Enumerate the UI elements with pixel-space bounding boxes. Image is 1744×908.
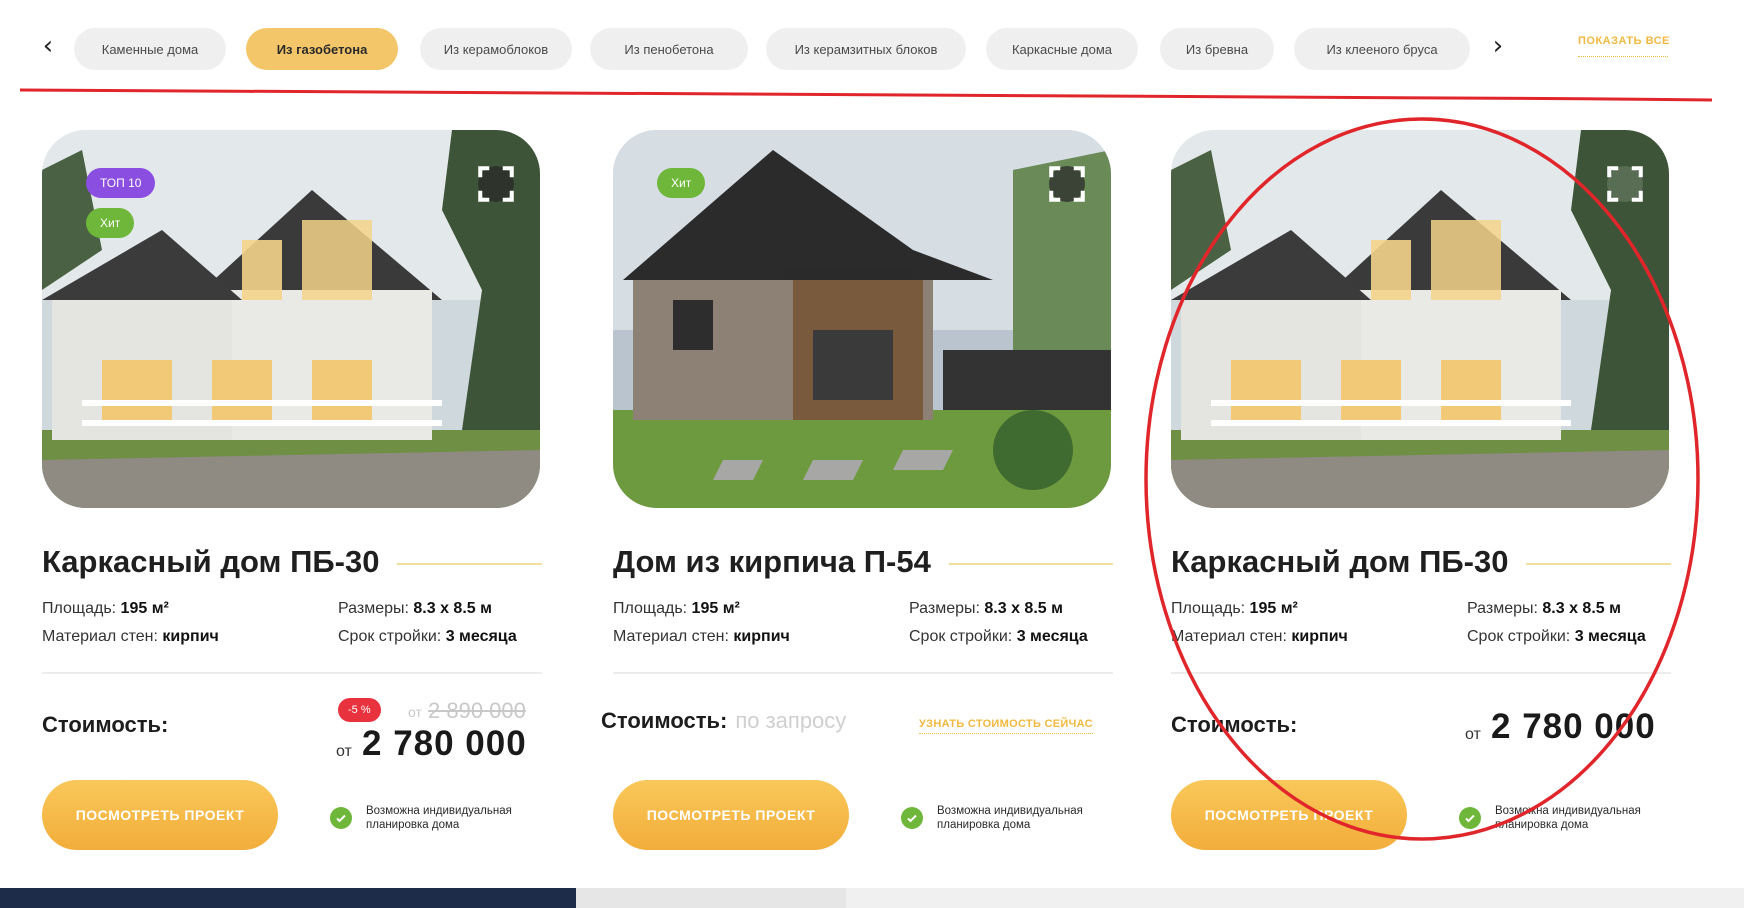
price-on-request: по запросу — [735, 708, 847, 733]
card-title: Дом из кирпича П-54 — [613, 544, 931, 579]
spec-term: Срок стройки: 3 месяца — [1467, 628, 1646, 645]
price-value: 2 780 000 — [362, 724, 527, 763]
price-label: Стоимость: — [1171, 712, 1298, 737]
badge-hit: Хит — [657, 168, 706, 198]
filter-chip-aerated-concrete[interactable]: Из газобетона — [246, 28, 398, 70]
spec-size: Размеры: 8.3 х 8.5 м — [909, 600, 1063, 617]
card-title: Каркасный дом ПБ-30 — [1171, 544, 1509, 579]
view-project-button[interactable]: ПОСМОТРЕТЬ ПРОЕКТ — [42, 780, 278, 850]
spec-material: Материал стен: кирпич — [613, 628, 790, 645]
card-divider — [613, 672, 1113, 674]
spec-size: Размеры: 8.3 х 8.5 м — [338, 600, 492, 617]
annotation-underline — [20, 88, 1712, 102]
old-price: 2 890 000 — [428, 698, 526, 723]
title-divider — [948, 563, 1113, 565]
filter-chip-foam-concrete[interactable]: Из пенобетона — [590, 28, 748, 70]
note-text: Возможна индивидуальная планировка дома — [1495, 805, 1641, 831]
card-title: Каркасный дом ПБ-30 — [42, 544, 380, 579]
filter-chip-log[interactable]: Из бревна — [1160, 28, 1274, 70]
filter-chip-glued-timber[interactable]: Из клееного бруса — [1294, 28, 1470, 70]
note-text: Возможна индивидуальная планировка дома — [366, 805, 512, 831]
house-illustration — [1171, 130, 1669, 508]
filter-chip-expanded-clay-blocks[interactable]: Из керамзитных блоков — [766, 28, 966, 70]
ask-price-link[interactable]: УЗНАТЬ СТОИМОСТЬ СЕЙЧАС — [919, 718, 1093, 734]
category-filter-bar: ‹ Каменные дома Из газобетона Из керамоб… — [0, 22, 1744, 74]
discount-badge: -5 % — [338, 698, 381, 722]
spec-area: Площадь: 195 м² — [613, 600, 740, 617]
filter-chip-ceramic-blocks[interactable]: Из керамоблоков — [420, 28, 572, 70]
card-title-row: Каркасный дом ПБ-30 — [42, 540, 542, 584]
custom-layout-note: Возможна индивидуальная планировка дома — [330, 800, 550, 836]
project-card: Хит Дом из кирпича П-54 Площадь: 195 м² … — [601, 130, 1113, 850]
spec-area: Площадь: 195 м² — [42, 600, 169, 617]
check-icon — [901, 807, 923, 829]
background-strip — [846, 888, 1744, 908]
chevron-left-icon[interactable]: ‹ — [34, 31, 62, 61]
filter-chip-stone-houses[interactable]: Каменные дома — [74, 28, 226, 70]
filter-chip-frame-houses[interactable]: Каркасные дома — [986, 28, 1138, 70]
chevron-right-icon[interactable]: › — [1484, 31, 1512, 61]
card-title-row: Каркасный дом ПБ-30 — [1171, 540, 1671, 584]
background-strip — [576, 888, 846, 908]
spec-term: Срок стройки: 3 месяца — [338, 628, 517, 645]
title-divider — [397, 563, 542, 565]
note-text: Возможна индивидуальная планировка дома — [937, 805, 1083, 831]
badge-hit: Хит — [86, 208, 135, 238]
check-icon — [330, 807, 352, 829]
background-strip — [0, 888, 576, 908]
old-price-prefix: от — [408, 704, 422, 720]
expand-icon[interactable] — [478, 166, 514, 202]
price-value: 2 780 000 — [1491, 707, 1656, 746]
show-all-link[interactable]: ПОКАЗАТЬ ВСЕ — [1578, 35, 1669, 59]
card-title-row: Дом из кирпича П-54 — [613, 540, 1113, 584]
project-card: Каркасный дом ПБ-30 Площадь: 195 м² Разм… — [1171, 130, 1671, 850]
card-divider — [42, 672, 542, 674]
price-prefix: от — [336, 743, 352, 760]
spec-material: Материал стен: кирпич — [42, 628, 219, 645]
price-prefix: от — [1465, 726, 1481, 743]
spec-area: Площадь: 195 м² — [1171, 600, 1298, 617]
card-divider — [1171, 672, 1671, 674]
house-photo[interactable]: ТОП 10 Хит — [42, 130, 540, 508]
project-card: ТОП 10 Хит Каркасный дом ПБ-30 Площадь: … — [42, 130, 542, 850]
view-project-button[interactable]: ПОСМОТРЕТЬ ПРОЕКТ — [1171, 780, 1407, 850]
spec-material: Материал стен: кирпич — [1171, 628, 1348, 645]
price-label: Стоимость: — [42, 712, 169, 737]
expand-icon[interactable] — [1607, 166, 1643, 202]
spec-term: Срок стройки: 3 месяца — [909, 628, 1088, 645]
view-project-button[interactable]: ПОСМОТРЕТЬ ПРОЕКТ — [613, 780, 849, 850]
expand-icon[interactable] — [1049, 166, 1085, 202]
spec-size: Размеры: 8.3 х 8.5 м — [1467, 600, 1621, 617]
title-divider — [1526, 563, 1671, 565]
house-photo[interactable] — [1171, 130, 1669, 508]
check-icon — [1459, 807, 1481, 829]
price-label: Стоимость: по запросу — [601, 708, 847, 733]
badge-top10: ТОП 10 — [86, 168, 156, 198]
house-photo[interactable]: Хит — [613, 130, 1111, 508]
custom-layout-note: Возможна индивидуальная планировка дома — [901, 800, 1121, 836]
custom-layout-note: Возможна индивидуальная планировка дома — [1459, 800, 1679, 836]
